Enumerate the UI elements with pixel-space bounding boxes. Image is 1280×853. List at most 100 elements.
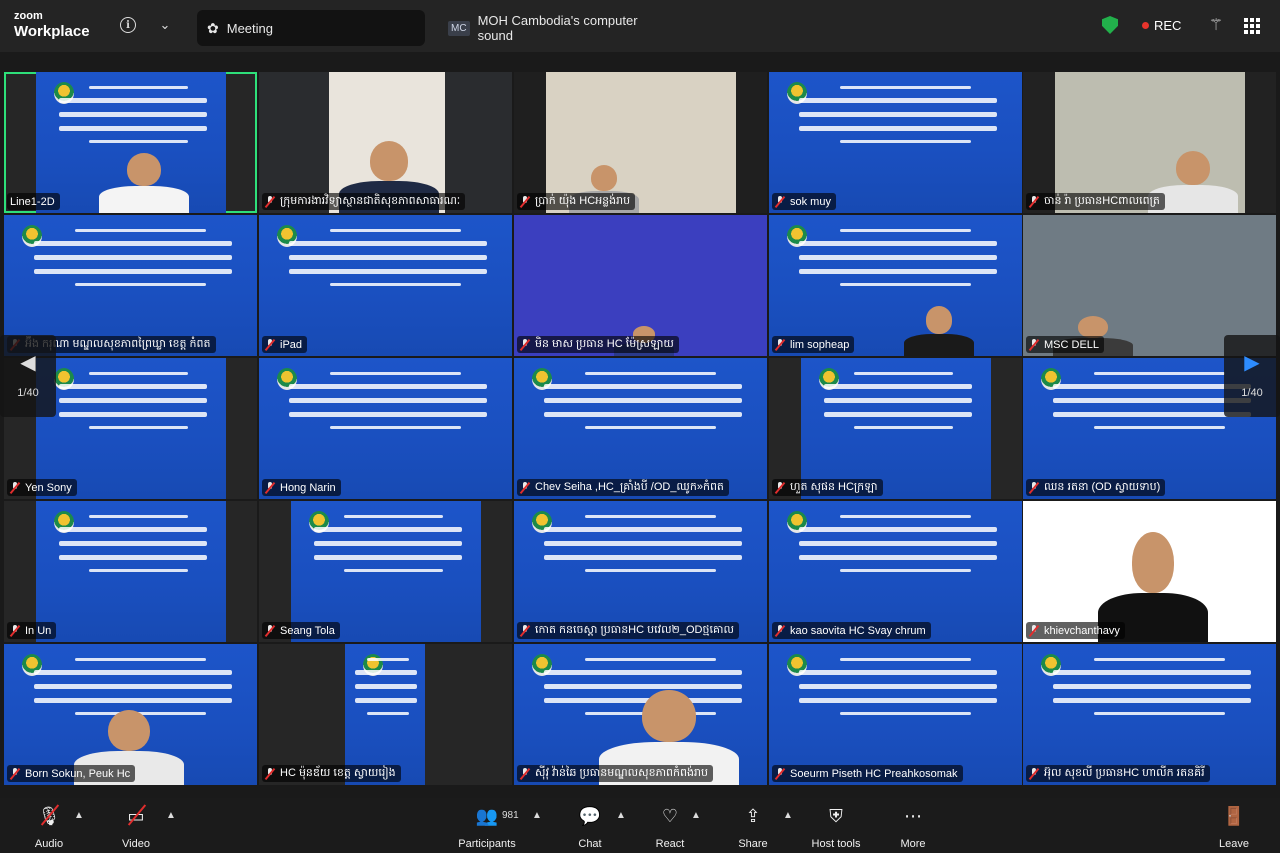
participant-tile[interactable]: HC ម៉ុនឌ័យ ខេត្ត ស្វាយរៀង <box>259 644 512 785</box>
recording-indicator[interactable]: REC <box>1142 18 1181 33</box>
audio-caret-icon[interactable]: ▲ <box>74 810 84 821</box>
tab-meeting-label: Meeting <box>226 20 273 36</box>
video-button[interactable]: ▭ Video <box>120 804 152 850</box>
slide-text-line <box>799 269 997 274</box>
react-button[interactable]: ♡ React <box>652 804 688 851</box>
slide-text-line <box>58 527 207 532</box>
participant-name: khievchanthavy <box>1044 624 1120 637</box>
video-label: Video <box>122 838 150 850</box>
participant-name: lim sopheap <box>790 338 850 351</box>
participant-tile[interactable]: kao saovita HC Svay chrum <box>769 501 1022 642</box>
participant-name: kao saovita HC Svay chrum <box>790 624 926 637</box>
participant-tile[interactable]: In Un <box>4 501 257 642</box>
participant-name-tag: In Un <box>7 622 57 639</box>
participant-tile[interactable]: ក្រុមការងារវិទ្យាស្ថានជាតិសុខភាពសាធារណៈ <box>259 72 512 213</box>
page-indicator-left: 1/40 <box>17 387 39 399</box>
participant-name-tag: iPad <box>262 336 308 353</box>
participant-tile[interactable]: sok muy <box>769 72 1022 213</box>
audio-button[interactable]: 🎙 Audio <box>32 804 66 850</box>
participant-tile[interactable]: khievchanthavy <box>1023 501 1276 642</box>
participants-icon: 👥 <box>475 805 499 826</box>
participant-tile[interactable]: iPad <box>259 215 512 356</box>
participant-tile[interactable]: ស៊ីវុ វ៉ាន់ឆៃ ប្រធានមណ្ឌលសុខភាពកំពង់រាប <box>514 644 767 785</box>
share-button[interactable]: ⇪ Share <box>736 804 770 851</box>
participant-name: អ៊ុល សុខលី ប្រធានHC ហាលីក រតនគិរី <box>1044 766 1205 779</box>
chat-button[interactable]: 💬 Chat <box>574 804 606 851</box>
host-tools-button[interactable]: ⛨ Host tools <box>808 804 864 851</box>
magic-wand-icon[interactable]: ⚚ <box>1206 15 1226 35</box>
page-indicator-right: 1/40 <box>1241 387 1263 399</box>
participant-name: iPad <box>280 338 303 351</box>
share-caret-icon[interactable]: ▲ <box>783 810 793 821</box>
slide-text-line <box>313 541 462 546</box>
slide-text-line <box>89 86 188 89</box>
slide-text-line <box>799 684 997 689</box>
mic-muted-icon <box>1029 338 1039 351</box>
mic-muted-icon <box>10 624 20 637</box>
slide-text-line <box>799 255 997 260</box>
participants-caret-icon[interactable]: ▲ <box>532 810 542 821</box>
apps-grid-icon[interactable] <box>1244 18 1260 34</box>
participant-name: Born Sokun, Peuk Hc <box>25 767 131 780</box>
participant-tile[interactable]: កោត កនចេស្តា ប្រធានHC បវេល២_ODថ្មគោល <box>514 501 767 642</box>
participant-tile[interactable]: Born Sokun, Peuk Hc <box>4 644 257 785</box>
mic-muted-icon: 🎙 <box>38 804 60 828</box>
chevron-down-icon[interactable]: ⌄ <box>155 15 175 35</box>
more-label: More <box>900 838 926 850</box>
audio-label: Audio <box>34 838 64 850</box>
next-arrow-icon: ▶ <box>1244 352 1260 374</box>
more-dots-icon: ⋯ <box>904 805 922 826</box>
participant-tile[interactable]: មិន មាស ប្រធាន HC ម៉ែស្រឡាយ <box>514 215 767 356</box>
slide-text-line <box>1093 658 1226 661</box>
slide-text-line <box>354 684 417 689</box>
participant-name-tag: Line1-2D <box>7 193 60 210</box>
react-caret-icon[interactable]: ▲ <box>691 810 701 821</box>
participant-tile[interactable]: ប្រាក់ យ៉ុង HCអន្លង់រាប <box>514 72 767 213</box>
participant-name: In Un <box>25 624 52 637</box>
computer-sound-label: MOH Cambodia's computer sound <box>477 13 638 43</box>
slide-text-line <box>329 283 462 286</box>
shared-slide-thumbnail <box>36 358 226 499</box>
chat-icon: 💬 <box>578 805 602 826</box>
slide-text-line <box>839 515 972 518</box>
gallery-prev-button[interactable]: ◀ 1/40 <box>0 335 56 417</box>
more-button[interactable]: ⋯ More <box>896 804 930 851</box>
participant-tile[interactable]: ហួត សុផន HCក្រឡា <box>769 358 1022 499</box>
slide-text-line <box>1093 426 1226 429</box>
participant-name-tag: khievchanthavy <box>1026 622 1125 639</box>
slide-text-line <box>544 555 742 560</box>
participants-label: Participants <box>458 838 516 850</box>
slide-text-line <box>354 670 417 675</box>
shared-slide-thumbnail <box>1023 644 1276 785</box>
video-caret-icon[interactable]: ▲ <box>166 810 176 821</box>
participant-tile[interactable]: Soeurm Piseth HC Preahkosomak <box>769 644 1022 785</box>
chat-caret-icon[interactable]: ▲ <box>616 810 626 821</box>
participant-tile[interactable]: ចាន់ រ៉ា ប្រធានHCពាលពេត្រ <box>1023 72 1276 213</box>
computer-sound-indicator[interactable]: MC MOH Cambodia's computer sound <box>440 10 670 46</box>
info-icon[interactable]: i <box>120 17 136 33</box>
brand-big: Workplace <box>14 23 90 40</box>
shared-slide-thumbnail <box>36 501 226 642</box>
security-shield-icon[interactable] <box>1102 16 1118 34</box>
slide-text-line <box>34 670 232 675</box>
participant-tile[interactable]: Line1-2D <box>4 72 257 213</box>
participant-tile[interactable]: Chev Seiha ,HC_គ្រាំងបី /OD_ឈូក»កំពត <box>514 358 767 499</box>
participant-name-tag: HC ម៉ុនឌ័យ ខេត្ត ស្វាយរៀង <box>262 765 401 782</box>
participant-name-tag: Soeurm Piseth HC Preahkosomak <box>772 765 963 782</box>
shared-slide-thumbnail <box>259 358 512 499</box>
leave-button[interactable]: 🚪 Leave <box>1216 804 1252 851</box>
slide-text-line <box>367 658 409 661</box>
participant-tile[interactable]: lim sopheap <box>769 215 1022 356</box>
mic-muted-icon <box>1029 767 1039 780</box>
slide-text-line <box>367 712 409 715</box>
participant-tile[interactable]: អ៊ុល សុខលី ប្រធានHC ហាលីក រតនគិរី <box>1023 644 1276 785</box>
slide-text-line <box>839 140 972 143</box>
participant-tile[interactable]: Hong Narin <box>259 358 512 499</box>
tab-meeting[interactable]: ✿ Meeting <box>197 10 425 46</box>
mic-muted-icon <box>265 624 275 637</box>
video-off-icon: ▭ <box>127 804 147 828</box>
gallery-next-button[interactable]: ▶ 1/40 <box>1224 335 1280 417</box>
slide-text-line <box>58 384 207 389</box>
slide-text-line <box>799 241 997 246</box>
participant-tile[interactable]: Seang Tola <box>259 501 512 642</box>
